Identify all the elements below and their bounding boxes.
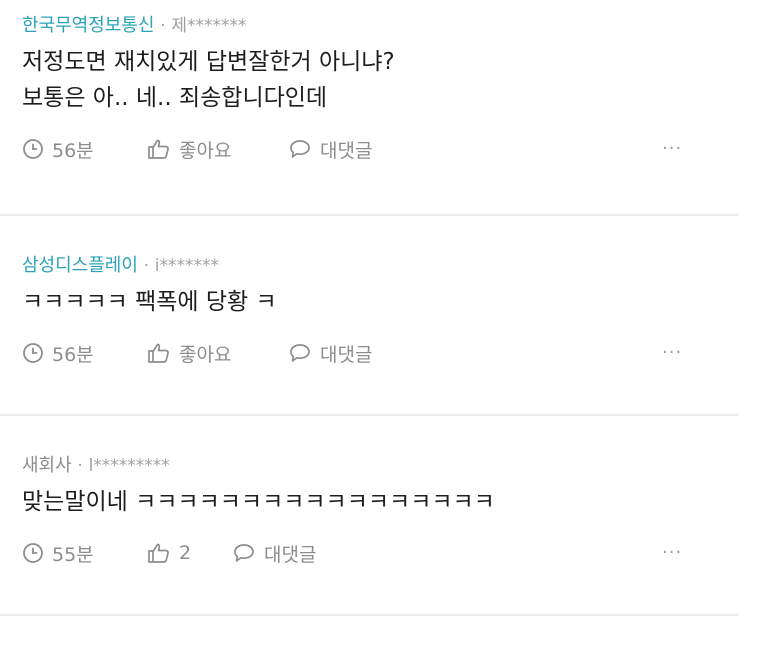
time-stamp: 56분 — [22, 338, 94, 368]
more-options-icon[interactable]: ··· — [662, 538, 682, 568]
comment-meta: 새회사 · l********* — [22, 454, 738, 478]
speech-bubble-icon — [290, 344, 310, 362]
comment-text: 맞는말이네 ㅋㅋㅋㅋㅋㅋㅋㅋㅋㅋㅋㅋㅋㅋㅋㅋㅋ — [22, 484, 738, 520]
like-button[interactable]: 좋아요 — [147, 134, 231, 164]
clock-icon — [23, 139, 43, 159]
comment-line: 저정도면 재치있게 답변잘한거 아니냐? — [22, 49, 395, 75]
user-id: 제******* — [171, 16, 247, 36]
user-id: l********* — [88, 456, 170, 476]
meta-separator: · — [160, 16, 166, 36]
like-label: 좋아요 — [179, 343, 232, 366]
comment-item: 한국무역정보통신 · 제******* 저정도면 재치있게 답변잘한거 아니냐?… — [22, 14, 738, 164]
time-text: 56분 — [52, 139, 94, 162]
comment-text: 저정도면 재치있게 답변잘한거 아니냐? 보통은 아.. 네.. 죄송합니다인데 — [22, 44, 738, 116]
comment-line: 보통은 아.. 네.. 죄송합니다인데 — [22, 85, 328, 111]
company-name[interactable]: 새회사 — [22, 455, 72, 476]
comment-item: 새회사 · l********* 맞는말이네 ㅋㅋㅋㅋㅋㅋㅋㅋㅋㅋㅋㅋㅋㅋㅋㅋㅋ… — [22, 454, 738, 568]
company-name[interactable]: 한국무역정보통신 — [22, 15, 154, 36]
speech-bubble-icon — [234, 544, 254, 562]
reply-label: 대댓글 — [320, 343, 373, 366]
comment-meta: 한국무역정보통신 · 제******* — [22, 14, 738, 38]
divider — [0, 214, 738, 216]
company-name[interactable]: 삼성디스플레이 — [22, 255, 138, 276]
thumbs-up-icon — [148, 343, 169, 363]
more-options-icon[interactable]: ··· — [662, 338, 682, 368]
like-count: 2 — [179, 542, 192, 564]
time-stamp: 56분 — [22, 134, 94, 164]
like-button[interactable]: 좋아요 — [147, 338, 231, 368]
thumbs-up-icon — [148, 543, 169, 563]
reply-label: 대댓글 — [320, 139, 373, 162]
like-label: 좋아요 — [179, 139, 232, 162]
meta-separator: · — [143, 256, 150, 276]
comment-actions: 56분 좋아요 대댓글 ··· — [22, 134, 738, 164]
time-stamp: 55분 — [22, 538, 94, 568]
divider — [0, 414, 738, 416]
thumbs-up-icon — [148, 139, 169, 159]
comment-meta: 삼성디스플레이 · i******* — [22, 254, 738, 278]
comment-line: 맞는말이네 ㅋㅋㅋㅋㅋㅋㅋㅋㅋㅋㅋㅋㅋㅋㅋㅋㅋ — [22, 489, 495, 515]
comment-actions: 55분 2 대댓글 ··· — [22, 538, 738, 568]
user-id: i******* — [154, 256, 220, 276]
reply-button[interactable]: 대댓글 — [232, 538, 316, 568]
divider — [0, 614, 738, 616]
like-button[interactable]: 2 — [147, 538, 191, 568]
comment-actions: 56분 좋아요 대댓글 ··· — [22, 338, 738, 368]
comment-item: 삼성디스플레이 · i******* ㅋㅋㅋㅋㅋ 팩폭에 당황 ㅋ 56분 좋아… — [22, 254, 738, 368]
clock-icon — [23, 343, 43, 363]
reply-label: 대댓글 — [264, 543, 317, 566]
comment-line: ㅋㅋㅋㅋㅋ 팩폭에 당황 ㅋ — [22, 289, 277, 315]
time-text: 55분 — [52, 543, 94, 566]
comment-text: ㅋㅋㅋㅋㅋ 팩폭에 당황 ㅋ — [22, 284, 738, 320]
speech-bubble-icon — [290, 140, 310, 158]
time-text: 56분 — [52, 343, 94, 366]
reply-button[interactable]: 대댓글 — [288, 134, 372, 164]
reply-button[interactable]: 대댓글 — [288, 338, 372, 368]
meta-separator: · — [77, 456, 83, 476]
more-options-icon[interactable]: ··· — [662, 134, 682, 164]
clock-icon — [23, 543, 43, 563]
